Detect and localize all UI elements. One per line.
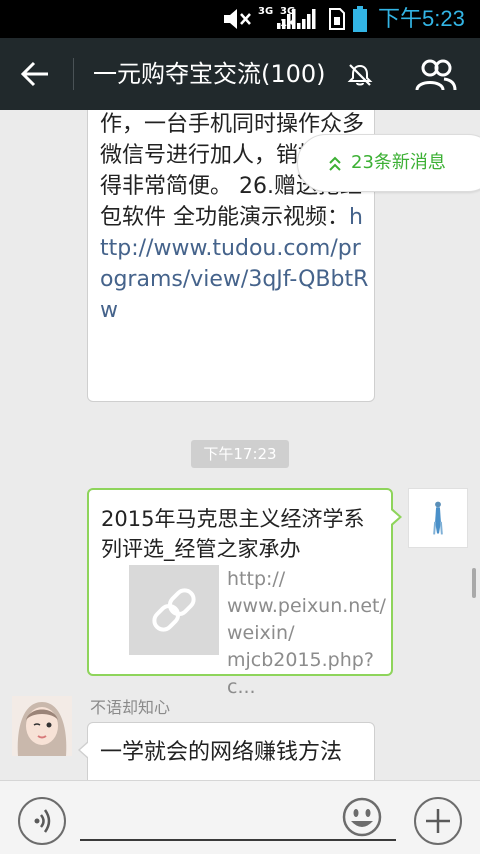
- input-bar: [0, 780, 480, 854]
- emoji-icon[interactable]: [342, 797, 382, 837]
- timestamp-badge: 下午17:23: [191, 440, 289, 468]
- sim-icon: [329, 8, 345, 30]
- link-icon: [152, 588, 196, 632]
- double-chevron-up-icon: [329, 156, 341, 171]
- message-bubble-incoming[interactable]: 一学就会的网络赚钱方法: [78, 722, 375, 780]
- battery-icon: [353, 6, 367, 32]
- voice-icon: [34, 809, 51, 833]
- signal-icon: [297, 9, 316, 29]
- link-share-title: 2015年马克思主义经济学系列评选_经管之家承办: [101, 507, 365, 561]
- header-divider: [73, 58, 74, 90]
- network-type-1: 3G: [258, 6, 274, 17]
- scrollbar-thumb[interactable]: [472, 568, 476, 598]
- mute-icon: [224, 9, 251, 29]
- chat-title: 一元购夺宝交流(100): [93, 60, 326, 88]
- status-time: 下午5:23: [378, 6, 465, 31]
- chat-header: 一元购夺宝交流(100): [0, 38, 480, 110]
- link-thumbnail: [129, 565, 219, 655]
- message-list[interactable]: 作，一台手机同时操作众多微信号进行加人，销推广变得非常简便。 26.赠送抢红包软…: [0, 110, 480, 780]
- status-bar: 3G 3G 1X 下午5:23: [0, 0, 480, 38]
- notifications-off-icon: [347, 64, 373, 86]
- my-avatar[interactable]: [408, 488, 468, 548]
- more-options-button[interactable]: [414, 797, 462, 845]
- network-type-2: 3G 1X: [280, 6, 296, 29]
- new-messages-button[interactable]: 23条新消息: [297, 134, 480, 192]
- link-share-card[interactable]: 2015年马克思主义经济学系列评选_经管之家承办 http:// www.pei…: [87, 488, 402, 698]
- plus-icon: [426, 809, 450, 833]
- voice-button[interactable]: [18, 797, 66, 845]
- message-text: 一学就会的网络赚钱方法: [100, 740, 343, 765]
- link-share-url: http:// www.peixun.net/ weixin/ mjcb2015…: [227, 568, 386, 698]
- sender-name: 不语却知心: [90, 698, 171, 717]
- back-arrow-icon[interactable]: [16, 56, 56, 92]
- sender-avatar[interactable]: [12, 696, 72, 756]
- group-members-icon[interactable]: [414, 58, 458, 92]
- new-messages-label: 23条新消息: [351, 152, 446, 173]
